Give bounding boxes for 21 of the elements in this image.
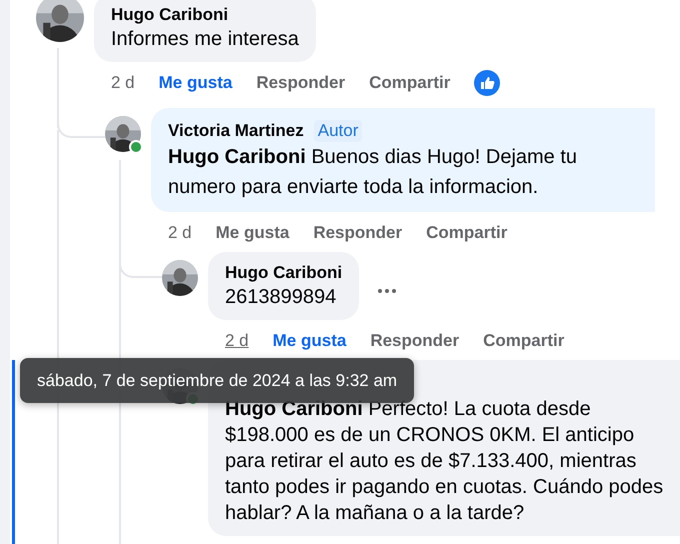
reply-link[interactable]: Responder: [313, 221, 402, 245]
more-icon[interactable]: [377, 288, 398, 294]
author-name[interactable]: Hugo Cariboni: [111, 4, 228, 26]
share-link[interactable]: Compartir: [426, 221, 508, 245]
author-name[interactable]: Victoria Martinez: [168, 120, 304, 142]
share-link[interactable]: Compartir: [483, 329, 564, 353]
timestamp-link[interactable]: 2 d: [225, 329, 249, 353]
author-label: Autor: [314, 120, 362, 142]
timestamp-link[interactable]: 2 d: [168, 221, 192, 245]
reply-link[interactable]: Responder: [256, 71, 346, 95]
like-icon: [474, 70, 500, 96]
timestamp-link[interactable]: 2 d: [111, 71, 135, 95]
share-link[interactable]: Compartir: [369, 71, 450, 95]
comment-text: 2613899894: [225, 285, 338, 310]
comment-text: Hugo Cariboni Buenos dias Hugo! Dejame tu numero para enviarte toda la informacion.: [168, 145, 578, 200]
like-link[interactable]: Me gusta: [272, 329, 346, 353]
reply-link[interactable]: Responder: [370, 329, 460, 353]
author-name[interactable]: Hugo Cariboni: [225, 262, 342, 284]
comment-text: Informes me interesa: [111, 27, 299, 52]
like-link[interactable]: Me gusta: [158, 71, 232, 95]
like-link[interactable]: Me gusta: [216, 221, 290, 245]
